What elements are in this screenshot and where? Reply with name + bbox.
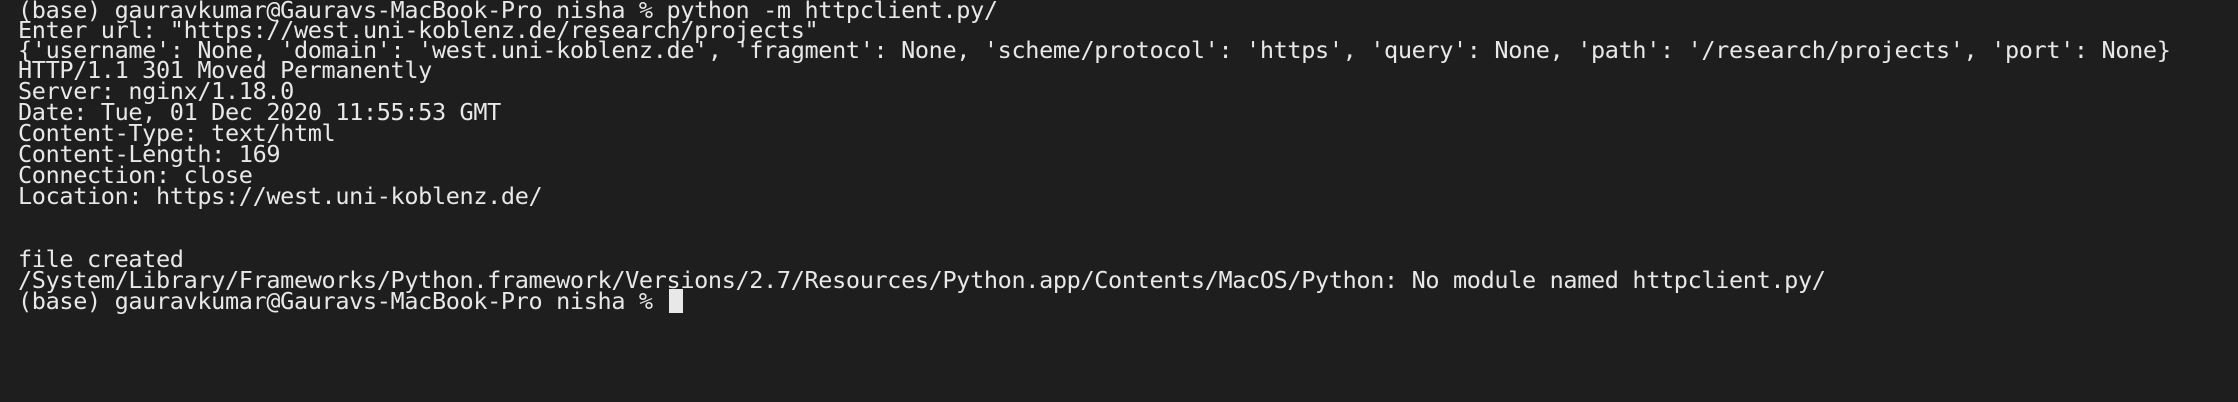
terminal-line-prompt[interactable]: (base) gauravkumar@Gauravs-MacBook-Pro n… (18, 287, 683, 315)
text-cursor (668, 289, 683, 313)
terminal-line-location: Location: https://west.uni-koblenz.de/ (18, 182, 543, 210)
terminal-window[interactable]: (base) gauravkumar@Gauravs-MacBook-Pro n… (0, 0, 2238, 402)
terminal-prompt-text: (base) gauravkumar@Gauravs-MacBook-Pro n… (18, 287, 667, 315)
